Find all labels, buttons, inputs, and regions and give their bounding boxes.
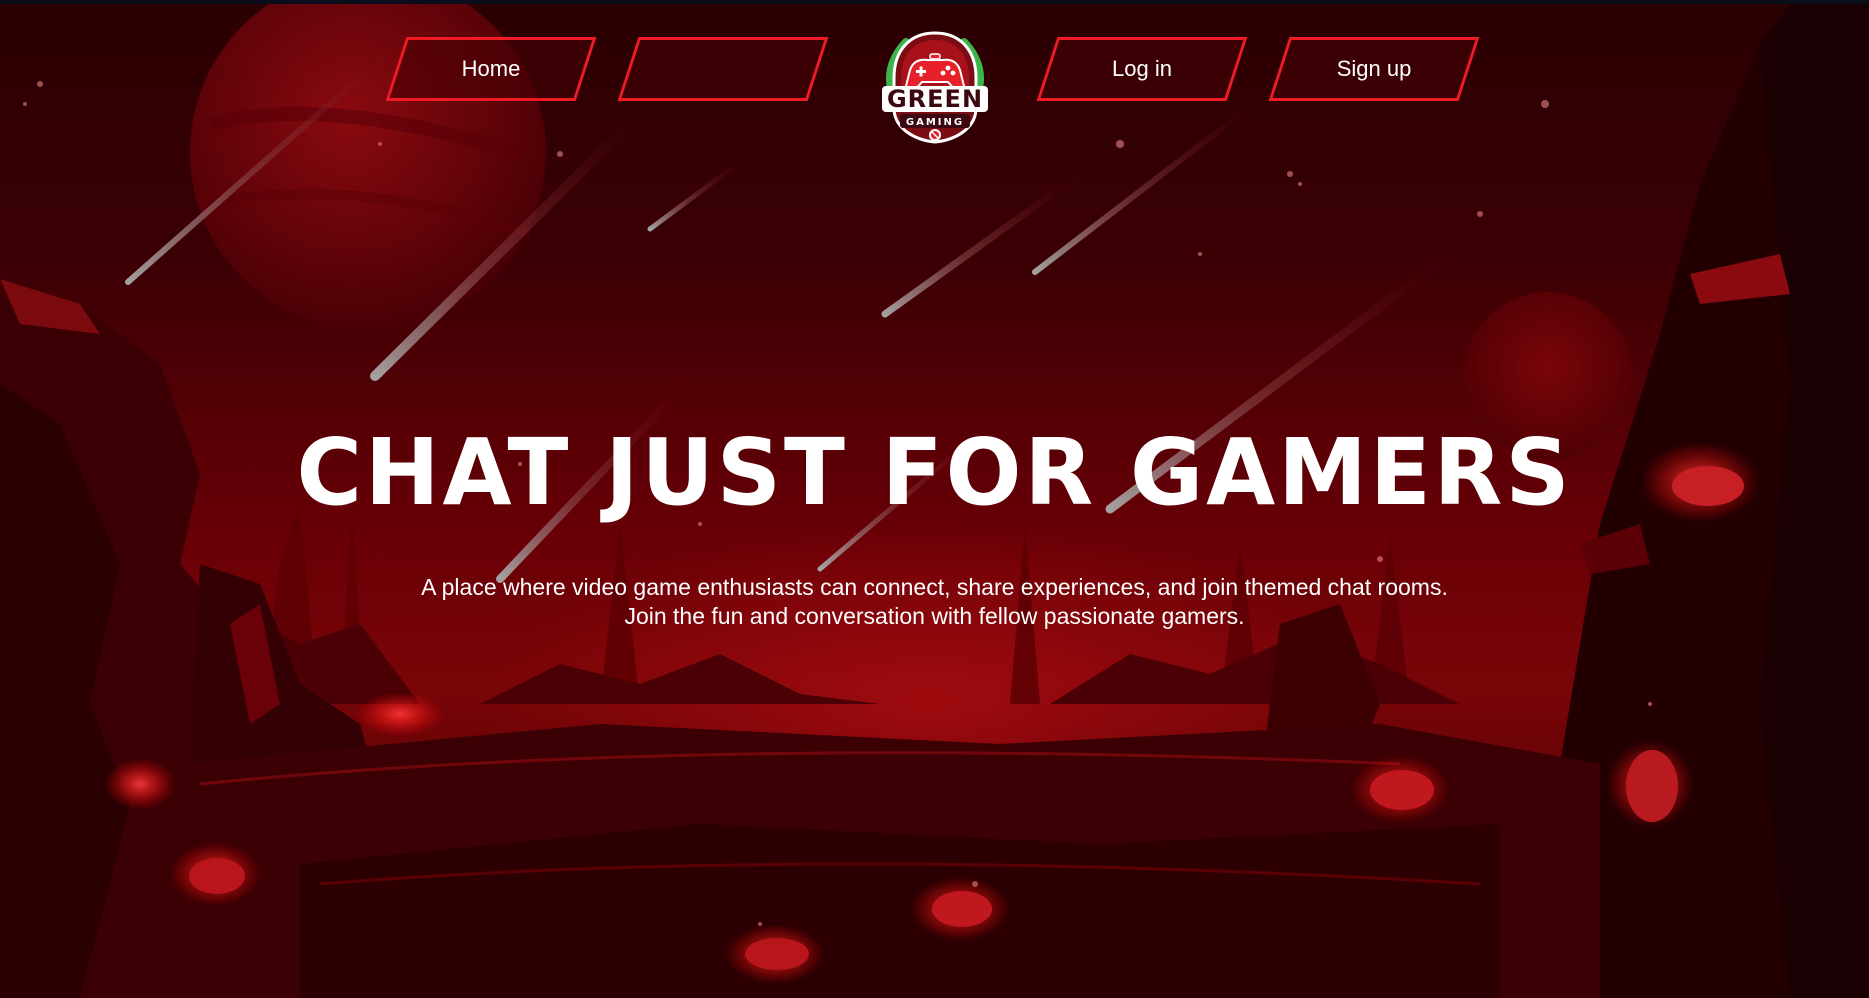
nav-blank-label [631, 40, 815, 98]
nav-login-label: Log in [1112, 56, 1172, 81]
nav-home-label: Home [461, 56, 521, 81]
nav-login-button[interactable]: Log in [1036, 37, 1248, 101]
hero-title: CHAT JUST FOR GAMERS [296, 419, 1573, 526]
logo-line1: GREEN [887, 85, 983, 113]
nav-signup-button[interactable]: Sign up [1268, 37, 1480, 101]
nav-home-button[interactable]: Home [385, 37, 597, 101]
hero-subtitle: A place where video game enthusiasts can… [421, 574, 1448, 629]
nav-signup-label: Sign up [1336, 56, 1412, 81]
nav-blank-button[interactable] [617, 37, 829, 101]
logo-line2: GAMING [906, 117, 964, 128]
logo-link[interactable]: GREEN GAMING [876, 28, 994, 146]
green-gaming-logo: GREEN GAMING [882, 31, 988, 144]
